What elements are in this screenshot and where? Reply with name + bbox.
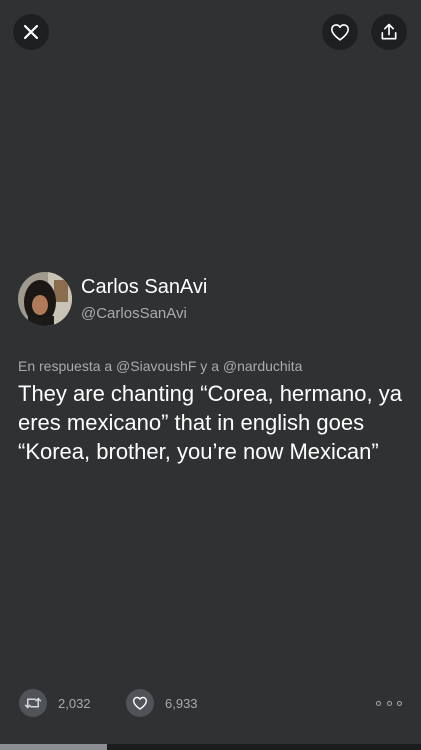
like-count: 6,933: [165, 695, 198, 711]
heart-icon: [331, 24, 349, 41]
avatar[interactable]: [18, 272, 72, 326]
retweet-count: 2,032: [58, 695, 91, 711]
like-button[interactable]: [322, 14, 358, 50]
share-icon: [381, 23, 397, 40]
share-button[interactable]: [371, 14, 407, 50]
reply-context[interactable]: En respuesta a @SiavoushF y a @narduchit…: [18, 356, 302, 376]
tweet-author[interactable]: Carlos SanAvi @CarlosSanAvi: [18, 272, 207, 326]
close-button[interactable]: [13, 14, 49, 50]
like-count-button[interactable]: 6,933: [126, 689, 198, 717]
more-options-button[interactable]: [376, 694, 402, 712]
retweet-button[interactable]: 2,032: [19, 689, 91, 717]
media-progress-bar[interactable]: [0, 744, 421, 750]
more-dots-icon: [376, 700, 381, 706]
close-icon: [23, 24, 39, 40]
media-progress-fill: [0, 744, 107, 750]
tweet-text: They are chanting “Corea, hermano, ya er…: [18, 381, 402, 464]
heart-icon: [132, 696, 148, 710]
author-handle: @CarlosSanAvi: [81, 304, 187, 322]
author-name: Carlos SanAvi: [81, 275, 208, 298]
retweet-icon: [24, 697, 42, 709]
